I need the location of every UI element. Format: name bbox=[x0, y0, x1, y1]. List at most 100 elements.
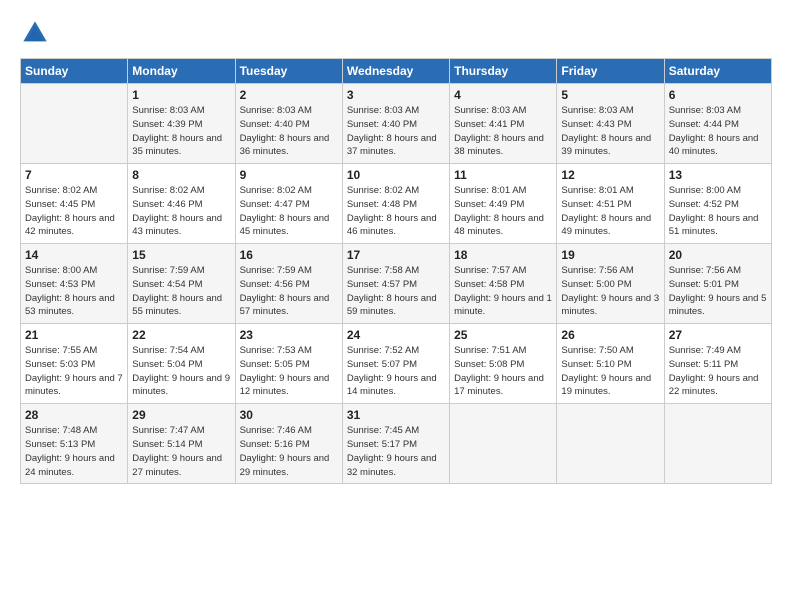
col-header-sunday: Sunday bbox=[21, 59, 128, 84]
day-number: 15 bbox=[132, 248, 230, 262]
day-number: 16 bbox=[240, 248, 338, 262]
day-number: 31 bbox=[347, 408, 445, 422]
day-info: Sunrise: 7:51 AMSunset: 5:08 PMDaylight:… bbox=[454, 344, 552, 399]
day-number: 23 bbox=[240, 328, 338, 342]
col-header-saturday: Saturday bbox=[664, 59, 771, 84]
day-info: Sunrise: 7:47 AMSunset: 5:14 PMDaylight:… bbox=[132, 424, 230, 479]
week-row-4: 21Sunrise: 7:55 AMSunset: 5:03 PMDayligh… bbox=[21, 324, 772, 404]
day-cell: 9Sunrise: 8:02 AMSunset: 4:47 PMDaylight… bbox=[235, 164, 342, 244]
day-number: 12 bbox=[561, 168, 659, 182]
day-cell: 14 Sunrise: 8:00 AMSunset: 4:53 PMDayligh… bbox=[21, 244, 128, 324]
week-row-2: 7 Sunrise: 8:02 AMSunset: 4:45 PMDaylight… bbox=[21, 164, 772, 244]
day-cell: 8 Sunrise: 8:02 AMSunset: 4:46 PMDaylight… bbox=[128, 164, 235, 244]
day-cell: 20 Sunrise: 7:56 AMSunset: 5:01 PMDayligh… bbox=[664, 244, 771, 324]
col-header-friday: Friday bbox=[557, 59, 664, 84]
header-row: SundayMondayTuesdayWednesdayThursdayFrid… bbox=[21, 59, 772, 84]
day-number: 19 bbox=[561, 248, 659, 262]
day-number: 14 bbox=[25, 248, 123, 262]
day-cell: 12 Sunrise: 8:01 AMSunset: 4:51 PMDayligh… bbox=[557, 164, 664, 244]
day-number: 18 bbox=[454, 248, 552, 262]
day-number: 24 bbox=[347, 328, 445, 342]
day-info: Sunrise: 8:01 AMSunset: 4:49 PMDaylight:… bbox=[454, 184, 552, 239]
day-number: 5 bbox=[561, 88, 659, 102]
day-info: Sunrise: 8:03 AMSunset: 4:44 PMDaylight:… bbox=[669, 104, 767, 159]
week-row-3: 14 Sunrise: 8:00 AMSunset: 4:53 PMDayligh… bbox=[21, 244, 772, 324]
day-info: Sunrise: 8:00 AMSunset: 4:53 PMDaylight:… bbox=[25, 264, 123, 319]
day-info: Sunrise: 7:56 AMSunset: 5:00 PMDaylight:… bbox=[561, 264, 659, 319]
day-info: Sunrise: 7:55 AMSunset: 5:03 PMDaylight:… bbox=[25, 344, 123, 399]
day-info: Sunrise: 8:03 AMSunset: 4:39 PMDaylight:… bbox=[132, 104, 230, 159]
day-number: 20 bbox=[669, 248, 767, 262]
day-number: 4 bbox=[454, 88, 552, 102]
day-info: Sunrise: 8:02 AMSunset: 4:45 PMDaylight:… bbox=[25, 184, 123, 239]
col-header-tuesday: Tuesday bbox=[235, 59, 342, 84]
day-cell: 16 Sunrise: 7:59 AMSunset: 4:56 PMDayligh… bbox=[235, 244, 342, 324]
day-number: 8 bbox=[132, 168, 230, 182]
page: SundayMondayTuesdayWednesdayThursdayFrid… bbox=[0, 0, 792, 612]
day-info: Sunrise: 8:03 AMSunset: 4:40 PMDaylight:… bbox=[347, 104, 445, 159]
day-cell: 10 Sunrise: 8:02 AMSunset: 4:48 PMDayligh… bbox=[342, 164, 449, 244]
day-number: 28 bbox=[25, 408, 123, 422]
logo bbox=[20, 18, 54, 48]
day-cell: 11 Sunrise: 8:01 AMSunset: 4:49 PMDayligh… bbox=[450, 164, 557, 244]
day-number: 2 bbox=[240, 88, 338, 102]
day-number: 3 bbox=[347, 88, 445, 102]
day-info: Sunrise: 8:02 AMSunset: 4:47 PMDaylight:… bbox=[240, 184, 338, 239]
day-cell: 19 Sunrise: 7:56 AMSunset: 5:00 PMDayligh… bbox=[557, 244, 664, 324]
week-row-5: 28 Sunrise: 7:48 AMSunset: 5:13 PMDayligh… bbox=[21, 404, 772, 484]
day-info: Sunrise: 7:52 AMSunset: 5:07 PMDaylight:… bbox=[347, 344, 445, 399]
day-cell: 15 Sunrise: 7:59 AMSunset: 4:54 PMDayligh… bbox=[128, 244, 235, 324]
day-number: 13 bbox=[669, 168, 767, 182]
day-number: 11 bbox=[454, 168, 552, 182]
day-cell: 24 Sunrise: 7:52 AMSunset: 5:07 PMDayligh… bbox=[342, 324, 449, 404]
day-cell: 1 Sunrise: 8:03 AMSunset: 4:39 PMDaylight… bbox=[128, 84, 235, 164]
day-cell bbox=[21, 84, 128, 164]
col-header-monday: Monday bbox=[128, 59, 235, 84]
day-number: 26 bbox=[561, 328, 659, 342]
day-info: Sunrise: 7:50 AMSunset: 5:10 PMDaylight:… bbox=[561, 344, 659, 399]
day-info: Sunrise: 8:02 AMSunset: 4:48 PMDaylight:… bbox=[347, 184, 445, 239]
day-info: Sunrise: 7:57 AMSunset: 4:58 PMDaylight:… bbox=[454, 264, 552, 319]
day-cell: 3 Sunrise: 8:03 AMSunset: 4:40 PMDaylight… bbox=[342, 84, 449, 164]
day-number: 17 bbox=[347, 248, 445, 262]
day-number: 7 bbox=[25, 168, 123, 182]
day-number: 6 bbox=[669, 88, 767, 102]
day-info: Sunrise: 7:56 AMSunset: 5:01 PMDaylight:… bbox=[669, 264, 767, 319]
day-cell: 31 Sunrise: 7:45 AMSunset: 5:17 PMDayligh… bbox=[342, 404, 449, 484]
day-cell: 6 Sunrise: 8:03 AMSunset: 4:44 PMDaylight… bbox=[664, 84, 771, 164]
day-info: Sunrise: 7:46 AMSunset: 5:16 PMDaylight:… bbox=[240, 424, 338, 479]
day-info: Sunrise: 7:59 AMSunset: 4:54 PMDaylight:… bbox=[132, 264, 230, 319]
header bbox=[20, 18, 772, 48]
day-cell bbox=[450, 404, 557, 484]
day-info: Sunrise: 8:03 AMSunset: 4:43 PMDaylight:… bbox=[561, 104, 659, 159]
logo-icon bbox=[20, 18, 50, 48]
day-info: Sunrise: 7:53 AMSunset: 5:05 PMDaylight:… bbox=[240, 344, 338, 399]
day-info: Sunrise: 7:54 AMSunset: 5:04 PMDaylight:… bbox=[132, 344, 230, 399]
day-number: 10 bbox=[347, 168, 445, 182]
day-info: Sunrise: 7:45 AMSunset: 5:17 PMDaylight:… bbox=[347, 424, 445, 479]
day-info: Sunrise: 7:59 AMSunset: 4:56 PMDaylight:… bbox=[240, 264, 338, 319]
day-number: 1 bbox=[132, 88, 230, 102]
day-number: 29 bbox=[132, 408, 230, 422]
day-cell: 23 Sunrise: 7:53 AMSunset: 5:05 PMDayligh… bbox=[235, 324, 342, 404]
day-info: Sunrise: 8:01 AMSunset: 4:51 PMDaylight:… bbox=[561, 184, 659, 239]
day-cell: 17 Sunrise: 7:58 AMSunset: 4:57 PMDayligh… bbox=[342, 244, 449, 324]
day-cell: 28 Sunrise: 7:48 AMSunset: 5:13 PMDayligh… bbox=[21, 404, 128, 484]
day-info: Sunrise: 7:58 AMSunset: 4:57 PMDaylight:… bbox=[347, 264, 445, 319]
day-cell: 26 Sunrise: 7:50 AMSunset: 5:10 PMDayligh… bbox=[557, 324, 664, 404]
week-row-1: 1 Sunrise: 8:03 AMSunset: 4:39 PMDaylight… bbox=[21, 84, 772, 164]
day-cell: 5 Sunrise: 8:03 AMSunset: 4:43 PMDaylight… bbox=[557, 84, 664, 164]
day-info: Sunrise: 7:48 AMSunset: 5:13 PMDaylight:… bbox=[25, 424, 123, 479]
day-cell: 13 Sunrise: 8:00 AMSunset: 4:52 PMDayligh… bbox=[664, 164, 771, 244]
day-cell: 18 Sunrise: 7:57 AMSunset: 4:58 PMDayligh… bbox=[450, 244, 557, 324]
day-cell bbox=[664, 404, 771, 484]
col-header-wednesday: Wednesday bbox=[342, 59, 449, 84]
day-info: Sunrise: 8:03 AMSunset: 4:40 PMDaylight:… bbox=[240, 104, 338, 159]
day-cell: 2 Sunrise: 8:03 AMSunset: 4:40 PMDaylight… bbox=[235, 84, 342, 164]
day-info: Sunrise: 8:02 AMSunset: 4:46 PMDaylight:… bbox=[132, 184, 230, 239]
day-info: Sunrise: 7:49 AMSunset: 5:11 PMDaylight:… bbox=[669, 344, 767, 399]
day-cell: 22Sunrise: 7:54 AMSunset: 5:04 PMDayligh… bbox=[128, 324, 235, 404]
day-info: Sunrise: 8:00 AMSunset: 4:52 PMDaylight:… bbox=[669, 184, 767, 239]
day-cell: 29 Sunrise: 7:47 AMSunset: 5:14 PMDayligh… bbox=[128, 404, 235, 484]
col-header-thursday: Thursday bbox=[450, 59, 557, 84]
